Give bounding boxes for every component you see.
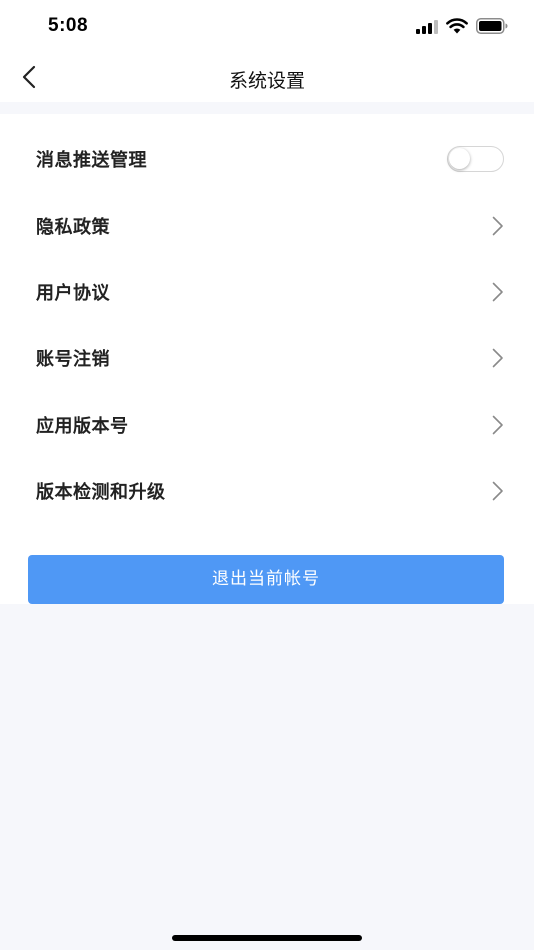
home-indicator bbox=[172, 935, 362, 941]
settings-card: 消息推送管理 隐私政策 用户协议 账号注销 应用版本号 版本检测和升级 退出当前… bbox=[0, 114, 534, 604]
settings-row-label: 消息推送管理 bbox=[36, 150, 147, 172]
status-bar: 5:08 bbox=[0, 0, 534, 54]
chevron-right-icon bbox=[492, 349, 503, 368]
chevron-right-icon bbox=[492, 415, 503, 435]
toggle-knob bbox=[449, 148, 470, 170]
settings-row-app-version[interactable]: 应用版本号 bbox=[0, 392, 534, 458]
signal-bars-icon bbox=[416, 19, 438, 38]
chevron-right-icon bbox=[492, 216, 503, 235]
section-divider bbox=[0, 102, 534, 114]
nav-bar: 系统设置 bbox=[0, 54, 534, 102]
chevron-right-icon bbox=[492, 481, 503, 501]
settings-row-check-update[interactable]: 版本检测和升级 bbox=[0, 458, 534, 524]
settings-row-label: 隐私政策 bbox=[36, 216, 110, 238]
settings-row-label: 账号注销 bbox=[36, 349, 110, 371]
logout-button[interactable]: 退出当前帐号 bbox=[28, 555, 504, 604]
status-time: 5:08 bbox=[48, 15, 89, 36]
push-notifications-toggle[interactable] bbox=[447, 146, 504, 173]
settings-row-user-agreement[interactable]: 用户协议 bbox=[0, 259, 534, 325]
wifi-icon bbox=[446, 18, 468, 38]
settings-row-privacy-policy[interactable]: 隐私政策 bbox=[0, 192, 534, 258]
settings-row-account-deletion[interactable]: 账号注销 bbox=[0, 325, 534, 391]
status-icons bbox=[416, 18, 508, 38]
settings-row-label: 用户协议 bbox=[36, 282, 110, 304]
page-title: 系统设置 bbox=[228, 70, 305, 92]
settings-row-label: 应用版本号 bbox=[36, 415, 129, 437]
battery-icon bbox=[476, 18, 508, 38]
chevron-right-icon bbox=[492, 282, 503, 302]
settings-row-label: 版本检测和升级 bbox=[36, 482, 166, 504]
settings-row-push-notifications: 消息推送管理 bbox=[0, 126, 534, 192]
settings-list: 消息推送管理 隐私政策 用户协议 账号注销 应用版本号 版本检测和升级 bbox=[0, 126, 534, 524]
